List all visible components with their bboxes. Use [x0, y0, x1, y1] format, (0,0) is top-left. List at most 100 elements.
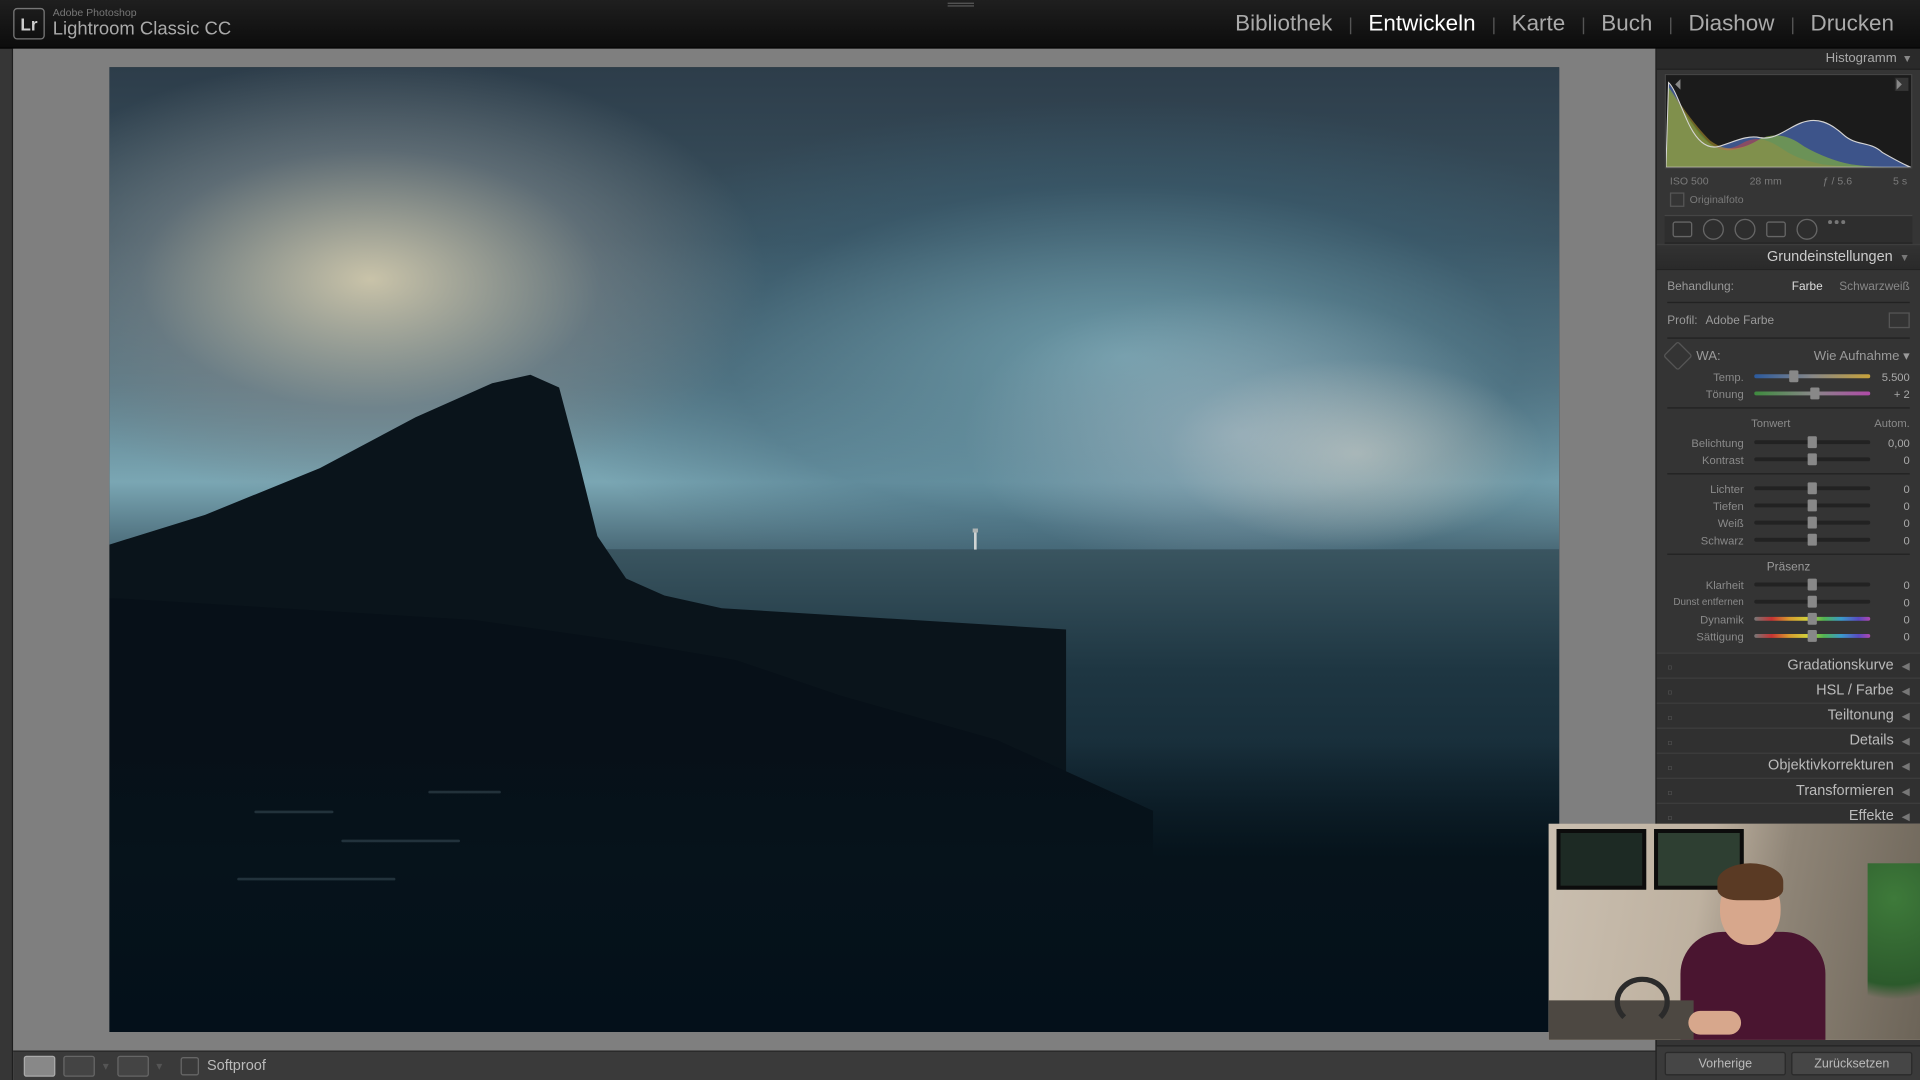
tint-slider[interactable]	[1754, 391, 1870, 395]
softproof-checkbox[interactable]	[181, 1057, 199, 1075]
saturation-slider[interactable]	[1754, 634, 1870, 638]
window-grip[interactable]	[947, 1, 973, 8]
whites-slider[interactable]	[1754, 521, 1870, 525]
temp-label: Temp.	[1667, 370, 1749, 383]
exif-readout: ISO 500 28 mm ƒ / 5.6 5 s	[1657, 173, 1920, 190]
clarity-label: Klarheit	[1667, 578, 1749, 591]
shadows-label: Tiefen	[1667, 499, 1749, 512]
exif-iso: ISO 500	[1670, 175, 1709, 187]
profile-label: Profil:	[1667, 314, 1697, 327]
shadows-slider[interactable]	[1754, 503, 1870, 507]
vibrance-label: Dynamik	[1667, 612, 1749, 625]
view-dropdown-icon[interactable]: ▾	[156, 1059, 162, 1073]
contrast-value[interactable]: 0	[1876, 453, 1910, 466]
lighthouse-detail	[973, 532, 976, 549]
clarity-value[interactable]: 0	[1876, 578, 1910, 591]
clarity-slider[interactable]	[1754, 583, 1870, 587]
nav-develop[interactable]: Entwickeln	[1355, 11, 1488, 37]
temp-slider[interactable]	[1754, 374, 1870, 378]
right-bottom-bar: Vorherige Zurücksetzen	[1657, 1045, 1920, 1080]
redeye-tool-icon[interactable]	[1734, 219, 1755, 240]
whites-label: Weiß	[1667, 516, 1749, 529]
view-loupe-button[interactable]	[24, 1056, 56, 1077]
basic-panel-header[interactable]: Grundeinstellungen▼	[1657, 244, 1920, 270]
nav-slideshow[interactable]: Diashow	[1675, 11, 1787, 37]
dehaze-label: Dunst entfernen	[1667, 596, 1749, 608]
panel-lenscorr[interactable]: ▫Objektivkorrekturen◀	[1657, 753, 1920, 778]
app-name: Lightroom Classic CC	[53, 19, 231, 39]
auto-button[interactable]: Autom.	[1874, 416, 1910, 429]
histogram-display[interactable]	[1665, 74, 1913, 169]
radial-tool-icon[interactable]	[1796, 219, 1817, 240]
left-panel-collapsed[interactable]	[0, 49, 13, 1080]
wb-eyedropper-icon[interactable]	[1663, 341, 1693, 371]
exif-focal: 28 mm	[1750, 175, 1782, 187]
webcam-overlay	[1549, 824, 1920, 1040]
reset-button[interactable]: Zurücksetzen	[1791, 1052, 1912, 1076]
nav-map[interactable]: Karte	[1498, 11, 1578, 37]
view-compare-button[interactable]	[63, 1056, 95, 1077]
highlights-value[interactable]: 0	[1876, 482, 1910, 495]
panel-splittone[interactable]: ▫Teiltonung◀	[1657, 702, 1920, 727]
original-checkbox[interactable]	[1670, 192, 1684, 206]
softproof-label: Softproof	[207, 1058, 266, 1074]
saturation-value[interactable]: 0	[1876, 629, 1910, 642]
dehaze-slider[interactable]	[1754, 600, 1870, 604]
nav-book[interactable]: Buch	[1588, 11, 1665, 37]
highlights-slider[interactable]	[1754, 486, 1870, 490]
exposure-slider[interactable]	[1754, 440, 1870, 444]
view-beforeafter-button[interactable]	[117, 1056, 149, 1077]
histogram-header[interactable]: Histogramm▼	[1657, 49, 1920, 70]
exposure-label: Belichtung	[1667, 436, 1749, 449]
highlights-label: Lichter	[1667, 482, 1749, 495]
nav-print[interactable]: Drucken	[1797, 11, 1907, 37]
tint-value[interactable]: + 2	[1876, 387, 1910, 400]
panel-transform[interactable]: ▫Transformieren◀	[1657, 778, 1920, 803]
module-nav: Bibliothek| Entwickeln| Karte| Buch| Dia…	[1222, 11, 1907, 37]
panel-tonecurve[interactable]: ▫Gradationskurve◀	[1657, 652, 1920, 677]
logo-icon: Lr	[13, 8, 45, 40]
tone-header: Tonwert	[1667, 416, 1874, 429]
panel-hsl[interactable]: ▫HSL / Farbe◀	[1657, 677, 1920, 702]
blacks-value[interactable]: 0	[1876, 533, 1910, 546]
local-tools-strip	[1665, 215, 1913, 244]
treatment-row: Behandlung: Farbe Schwarzweiß	[1667, 275, 1910, 296]
exposure-value[interactable]: 0,00	[1876, 436, 1910, 449]
whites-value[interactable]: 0	[1876, 516, 1910, 529]
blacks-label: Schwarz	[1667, 533, 1749, 546]
nav-library[interactable]: Bibliothek	[1222, 11, 1346, 37]
wb-preset-dropdown[interactable]: Wie Aufnahme ▾	[1814, 349, 1910, 363]
profile-value[interactable]: Adobe Farbe	[1706, 314, 1775, 327]
image-canvas[interactable]	[13, 49, 1655, 1051]
previous-button[interactable]: Vorherige	[1665, 1052, 1786, 1076]
blacks-slider[interactable]	[1754, 538, 1870, 542]
brush-tool-icon[interactable]	[1828, 220, 1852, 238]
gradient-tool-icon[interactable]	[1766, 221, 1786, 237]
contrast-slider[interactable]	[1754, 457, 1870, 461]
tint-label: Tönung	[1667, 387, 1749, 400]
app-logo: Lr Adobe Photoshop Lightroom Classic CC	[13, 8, 231, 40]
view-dropdown-icon[interactable]: ▾	[103, 1059, 109, 1073]
original-label: Originalfoto	[1690, 194, 1744, 206]
contrast-label: Kontrast	[1667, 453, 1749, 466]
preview-image	[109, 67, 1559, 1032]
wb-label: WA:	[1696, 349, 1720, 363]
dehaze-value[interactable]: 0	[1876, 595, 1910, 608]
vibrance-slider[interactable]	[1754, 617, 1870, 621]
panel-detail[interactable]: ▫Details◀	[1657, 728, 1920, 753]
saturation-label: Sättigung	[1667, 629, 1749, 642]
treatment-label: Behandlung:	[1667, 279, 1734, 292]
spot-tool-icon[interactable]	[1703, 219, 1724, 240]
shadows-value[interactable]: 0	[1876, 499, 1910, 512]
treatment-bw[interactable]: Schwarzweiß	[1839, 279, 1910, 292]
crop-tool-icon[interactable]	[1673, 221, 1693, 237]
bottom-toolbar: ▾ ▾ Softproof	[13, 1050, 1655, 1080]
exif-shutter: 5 s	[1893, 175, 1907, 187]
exif-aperture: ƒ / 5.6	[1823, 175, 1852, 187]
presence-header: Präsenz	[1667, 560, 1910, 573]
treatment-color[interactable]: Farbe	[1792, 279, 1823, 292]
vibrance-value[interactable]: 0	[1876, 612, 1910, 625]
profile-browser-icon[interactable]	[1889, 312, 1910, 328]
original-row: Originalfoto	[1657, 190, 1920, 212]
temp-value[interactable]: 5.500	[1876, 370, 1910, 383]
